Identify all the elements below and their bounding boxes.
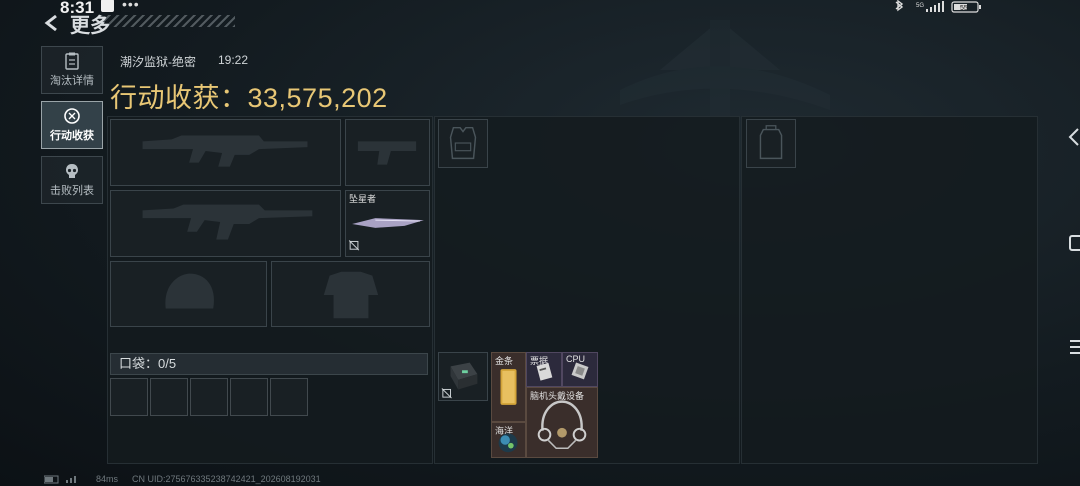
status-indicators: 5G 55 [895,0,981,13]
nav-defeat-list[interactable]: 击败列表 [41,156,103,204]
pocket-slot[interactable] [150,378,188,416]
match-duration: 19:22 [218,53,249,67]
cpu-icon [571,362,589,380]
pocket-slot[interactable] [270,378,308,416]
header-hatch-decoration [100,15,235,27]
ping: 84ms [96,474,119,484]
battery-level: 55 [960,5,968,12]
pocket-slot[interactable] [110,378,148,416]
backpack-items-grid: 金条 票据 CPU 脑机头戴设备 海洋 [491,352,598,458]
medkit-icon [441,362,478,399]
ticket-icon [536,362,553,381]
backpack-slot[interactable] [746,119,796,168]
helmet-slot[interactable] [110,261,267,327]
cpu-item[interactable]: CPU [562,352,598,387]
rig-item-slot[interactable] [438,352,488,401]
match-info: 潮汐监狱-绝密 19:22 [120,53,248,70]
pocket-header: 口袋：0/5 [110,353,428,375]
gold-bar-icon [500,369,517,405]
headset-icon [537,400,587,450]
side-chevron-icon[interactable] [1066,126,1080,148]
pocket-slot[interactable] [230,378,268,416]
battery-icon: 55 [951,1,981,13]
pocket-label: 口袋： [119,356,159,371]
side-menu-icon[interactable] [1068,338,1080,356]
ticket-item[interactable]: 票据 [526,352,562,387]
nav-label: 行动收获 [50,130,94,142]
secondary-weapon-slot[interactable] [110,190,341,257]
brain-headset-item[interactable]: 脑机头戴设备 [526,387,598,458]
chevron-left-icon [44,14,57,32]
sidearm-slot[interactable] [345,119,430,186]
melee-slot[interactable]: 坠星者 [345,190,430,257]
backpack-icon [759,125,783,160]
gold-bar-item[interactable]: 金条 [491,352,526,422]
backpack-panel [741,116,1038,464]
uid: CN UID:275676335238742421_202608192031 [132,474,321,484]
battery-signal-icon [44,475,76,484]
side-square-icon[interactable] [1068,234,1080,252]
map-name: 潮汐监狱-绝密 [120,55,196,69]
signal-icon [926,1,944,12]
nav-operation-loot[interactable]: 行动收获 [41,101,103,149]
nav-label: 淘汰详情 [50,75,94,87]
chest-rig-slot[interactable] [438,119,488,168]
armor-silhouette-icon [323,271,379,319]
loot-value: 33,575,202 [247,83,388,113]
loot-label: 行动收获： [110,83,248,113]
ocean-item[interactable]: 海洋 [491,422,526,458]
loot-coin-icon [64,108,80,124]
skull-icon [66,164,78,178]
bluetooth-icon [895,0,904,12]
armor-slot[interactable] [271,261,430,327]
vest-icon [449,126,477,160]
loot-total: 行动收获：33,575,202 [110,76,388,115]
primary-weapon-slot[interactable] [110,119,341,186]
pocket-max: /5 [165,356,177,371]
pistol-silhouette-icon [357,141,417,165]
pocket-slot[interactable] [190,378,228,416]
knife-icon [348,218,424,251]
nav-elimination-details[interactable]: 淘汰详情 [41,46,103,94]
status-more-dots: ••• [122,0,140,12]
network-type: 5G [916,3,924,9]
clipboard-icon [65,52,79,70]
rifle-silhouette-icon [142,204,313,240]
nav-label: 击败列表 [50,185,94,197]
helmet-silhouette-icon [165,273,214,309]
orb-icon [498,433,518,453]
rifle-silhouette-icon [142,135,308,167]
footer: 84ms CN UID:275676335238742421_202608192… [44,474,321,484]
